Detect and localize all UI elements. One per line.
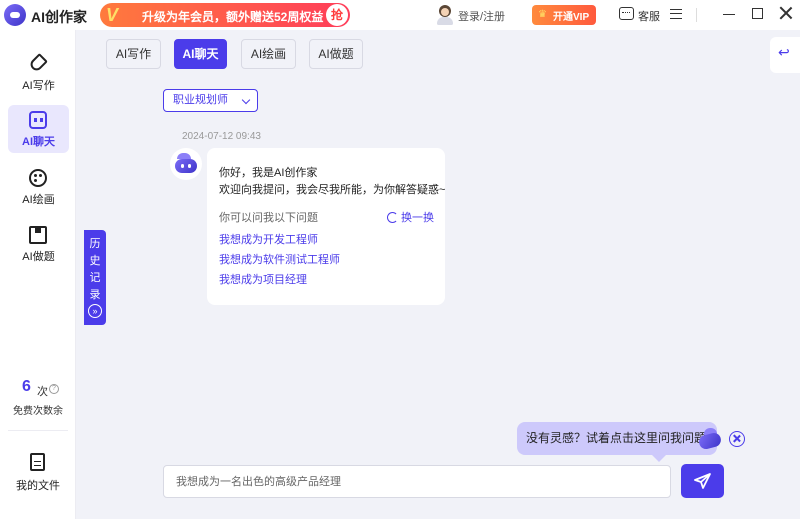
chat-input[interactable] bbox=[163, 465, 671, 498]
suggestion-link[interactable]: 我想成为项目经理 bbox=[219, 271, 307, 287]
close-window-icon[interactable] bbox=[779, 6, 793, 20]
quota-unit: 次 bbox=[37, 386, 48, 398]
help-icon[interactable]: ? bbox=[49, 384, 59, 394]
palette-icon bbox=[29, 169, 47, 187]
history-tab[interactable]: 历史记录 » bbox=[84, 230, 106, 325]
chevron-down-icon bbox=[241, 95, 251, 105]
promo-text: 升级为年会员，额外赠送52周权益 bbox=[142, 10, 324, 24]
promo-badge: V bbox=[106, 5, 119, 25]
sidebar-item-label: AI聊天 bbox=[22, 136, 55, 148]
sidebar-item-label: AI做题 bbox=[22, 251, 55, 263]
menu-icon[interactable] bbox=[670, 9, 682, 19]
vip-button[interactable]: ♛ 开通VIP bbox=[532, 5, 596, 25]
message-timestamp: 2024-07-12 09:43 bbox=[182, 131, 261, 142]
bot-message-bubble: 你好，我是AI创作家 欢迎向我提问，我会尽我所能，为你解答疑惑~ 你可以问我以下… bbox=[207, 148, 445, 305]
refresh-button[interactable]: 换一换 bbox=[387, 209, 434, 225]
vip-button-label: 开通VIP bbox=[553, 11, 590, 23]
sidebar-item-ai-drawing[interactable]: AI绘画 bbox=[8, 163, 69, 211]
sidebar-divider bbox=[8, 430, 68, 431]
suggestion-link[interactable]: 我想成为软件测试工程师 bbox=[219, 251, 340, 267]
send-icon bbox=[694, 473, 711, 489]
chat-bubble-icon[interactable] bbox=[619, 7, 634, 20]
sidebar-item-label: AI绘画 bbox=[22, 194, 55, 206]
sidebar-item-label: AI写作 bbox=[22, 80, 55, 92]
pen-icon bbox=[28, 53, 48, 73]
crown-icon: ♛ bbox=[538, 9, 547, 20]
login-link[interactable]: 登录/注册 bbox=[458, 8, 505, 24]
back-arrow-icon[interactable] bbox=[770, 37, 800, 73]
double-chevron-icon: » bbox=[88, 304, 102, 318]
promo-banner[interactable]: V 升级为年会员，额外赠送52周权益 抢 bbox=[100, 3, 350, 27]
titlebar-divider bbox=[696, 8, 697, 22]
minimize-icon[interactable] bbox=[723, 14, 735, 15]
chat-icon bbox=[29, 111, 47, 129]
suggestions-label: 你可以问我以下问题 bbox=[219, 212, 318, 224]
role-select[interactable]: 职业规划师 bbox=[163, 89, 258, 112]
quota-label: 免费次数余 bbox=[13, 406, 63, 417]
tab-ai-chat[interactable]: AI聊天 bbox=[174, 39, 227, 69]
bot-mascot-icon bbox=[696, 425, 726, 455]
greeting-text: 你好，我是AI创作家 bbox=[219, 167, 318, 179]
intro-text: 欢迎向我提问，我会尽我所能，为你解答疑惑~ bbox=[219, 184, 446, 196]
tab-ai-drawing[interactable]: AI绘画 bbox=[241, 39, 296, 69]
tab-ai-homework[interactable]: AI做题 bbox=[309, 39, 363, 69]
refresh-icon bbox=[387, 211, 398, 223]
sidebar: AI写作 AI聊天 AI绘画 AI做题 6 次 ? 免费次数余 我的文件 bbox=[0, 30, 76, 519]
file-icon[interactable] bbox=[30, 453, 45, 471]
my-files-link[interactable]: 我的文件 bbox=[0, 477, 76, 493]
suggestion-link[interactable]: 我想成为开发工程师 bbox=[219, 231, 318, 247]
history-label: 历史记录 bbox=[89, 238, 101, 301]
sidebar-item-ai-writing[interactable]: AI写作 bbox=[8, 49, 69, 97]
service-link[interactable]: 客服 bbox=[638, 8, 660, 24]
promo-grab-button[interactable]: 抢 bbox=[326, 4, 348, 26]
tab-ai-writing[interactable]: AI写作 bbox=[106, 39, 161, 69]
app-name: AI创作家 bbox=[31, 9, 87, 25]
maximize-icon[interactable] bbox=[752, 8, 763, 19]
role-select-value: 职业规划师 bbox=[173, 94, 228, 106]
hint-bubble[interactable]: 没有灵感？试着点击这里问我问题 bbox=[517, 422, 717, 462]
sidebar-item-ai-chat[interactable]: AI聊天 bbox=[8, 105, 69, 153]
user-avatar[interactable] bbox=[436, 5, 454, 25]
bot-avatar bbox=[170, 148, 202, 180]
refresh-label: 换一换 bbox=[401, 212, 434, 224]
title-bar: AI创作家 V 升级为年会员，额外赠送52周权益 抢 登录/注册 ♛ 开通VIP… bbox=[0, 0, 800, 30]
send-button[interactable] bbox=[681, 464, 724, 498]
quota-count: 6 bbox=[22, 378, 31, 395]
book-icon bbox=[29, 226, 47, 244]
close-hint-icon[interactable] bbox=[729, 431, 745, 447]
app-logo-icon bbox=[4, 4, 26, 26]
sidebar-item-ai-homework[interactable]: AI做题 bbox=[8, 220, 69, 268]
